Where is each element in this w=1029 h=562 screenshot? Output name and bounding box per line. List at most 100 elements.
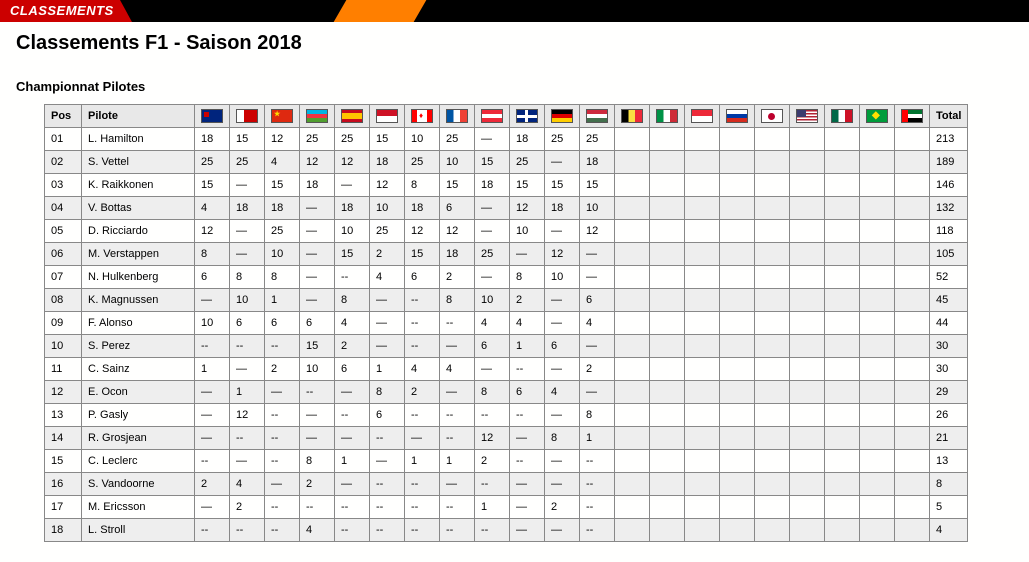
cell-points — [685, 404, 720, 427]
cell-points: -- — [370, 473, 405, 496]
cell-points: -- — [475, 519, 510, 542]
cell-points — [650, 427, 685, 450]
cell-points: 8 — [195, 243, 230, 266]
cell-points — [895, 312, 930, 335]
cell-points: 6 — [580, 289, 615, 312]
cell-total: 26 — [930, 404, 968, 427]
cell-points: — — [580, 335, 615, 358]
cell-points — [650, 312, 685, 335]
cell-points — [755, 427, 790, 450]
cell-points: 6 — [545, 335, 580, 358]
cell-points: 12 — [195, 220, 230, 243]
cell-points — [790, 128, 825, 151]
aze-flag-icon — [306, 109, 328, 123]
cell-points: 18 — [510, 128, 545, 151]
cell-pos: 04 — [45, 197, 82, 220]
cell-points: 4 — [475, 312, 510, 335]
cell-points — [825, 197, 860, 220]
cell-points: 8 — [265, 266, 300, 289]
cell-points: 10 — [230, 289, 265, 312]
cell-points — [790, 197, 825, 220]
cell-points: 1 — [195, 358, 230, 381]
cell-points: -- — [300, 381, 335, 404]
cell-points — [615, 266, 650, 289]
cell-points: -- — [440, 427, 475, 450]
cell-points: 4 — [440, 358, 475, 381]
col-race-bhr — [230, 105, 265, 128]
cell-points — [685, 473, 720, 496]
cell-points — [615, 197, 650, 220]
cell-points — [860, 289, 895, 312]
cell-points — [860, 519, 895, 542]
cell-points: 8 — [335, 289, 370, 312]
cell-points: — — [510, 496, 545, 519]
cell-points: 10 — [335, 220, 370, 243]
cell-points — [720, 243, 755, 266]
cell-points: -- — [230, 519, 265, 542]
cell-pilote: V. Bottas — [82, 197, 195, 220]
table-row: 04V. Bottas41818—1810186—121810132 — [45, 197, 968, 220]
col-race-gbr — [510, 105, 545, 128]
cell-points: 1 — [230, 381, 265, 404]
cell-points: -- — [405, 289, 440, 312]
cell-pilote: D. Ricciardo — [82, 220, 195, 243]
cell-points — [650, 128, 685, 151]
cell-points — [755, 128, 790, 151]
cell-points — [895, 243, 930, 266]
cell-points — [755, 220, 790, 243]
cell-points: 4 — [300, 519, 335, 542]
jpn-flag-icon — [761, 109, 783, 123]
cell-points — [790, 174, 825, 197]
cell-points — [650, 450, 685, 473]
cell-points — [825, 151, 860, 174]
cell-points — [790, 289, 825, 312]
cell-points — [650, 496, 685, 519]
cell-points: 18 — [195, 128, 230, 151]
cell-points: 6 — [300, 312, 335, 335]
cell-points — [825, 404, 860, 427]
cell-points — [615, 220, 650, 243]
cell-points — [755, 197, 790, 220]
cell-points — [895, 496, 930, 519]
cell-points: 25 — [265, 220, 300, 243]
cell-points — [650, 220, 685, 243]
cell-points: 25 — [195, 151, 230, 174]
cell-points: 4 — [335, 312, 370, 335]
cell-points — [790, 519, 825, 542]
cell-points: 18 — [580, 151, 615, 174]
cell-points — [895, 427, 930, 450]
cell-points — [790, 151, 825, 174]
cell-points — [615, 519, 650, 542]
table-row: 11C. Sainz1—2106144—--—230 — [45, 358, 968, 381]
col-pilote: Pilote — [82, 105, 195, 128]
cell-points: 4 — [265, 151, 300, 174]
cell-points — [615, 381, 650, 404]
cell-points — [720, 381, 755, 404]
cell-points: 12 — [475, 427, 510, 450]
cell-points — [720, 174, 755, 197]
table-row: 09F. Alonso106664—----44—444 — [45, 312, 968, 335]
cell-points: -- — [580, 473, 615, 496]
cell-points — [685, 266, 720, 289]
col-race-bel — [615, 105, 650, 128]
cell-total: 21 — [930, 427, 968, 450]
cell-points: 8 — [440, 289, 475, 312]
standings-table: PosPiloteTotal 01L. Hamilton181512252515… — [44, 104, 968, 542]
cell-points — [825, 174, 860, 197]
cell-points: 15 — [545, 174, 580, 197]
cell-points: 10 — [580, 197, 615, 220]
cell-points — [860, 243, 895, 266]
cell-points: — — [475, 128, 510, 151]
cell-pos: 16 — [45, 473, 82, 496]
cell-points — [755, 381, 790, 404]
cell-points — [860, 381, 895, 404]
cell-points — [895, 404, 930, 427]
cell-points: -- — [440, 404, 475, 427]
table-row: 12E. Ocon—1—--—82—864—29 — [45, 381, 968, 404]
cell-points: 18 — [405, 197, 440, 220]
cell-points: — — [545, 151, 580, 174]
cell-points — [895, 519, 930, 542]
cell-points: — — [475, 197, 510, 220]
cell-points — [755, 151, 790, 174]
cell-points — [860, 473, 895, 496]
